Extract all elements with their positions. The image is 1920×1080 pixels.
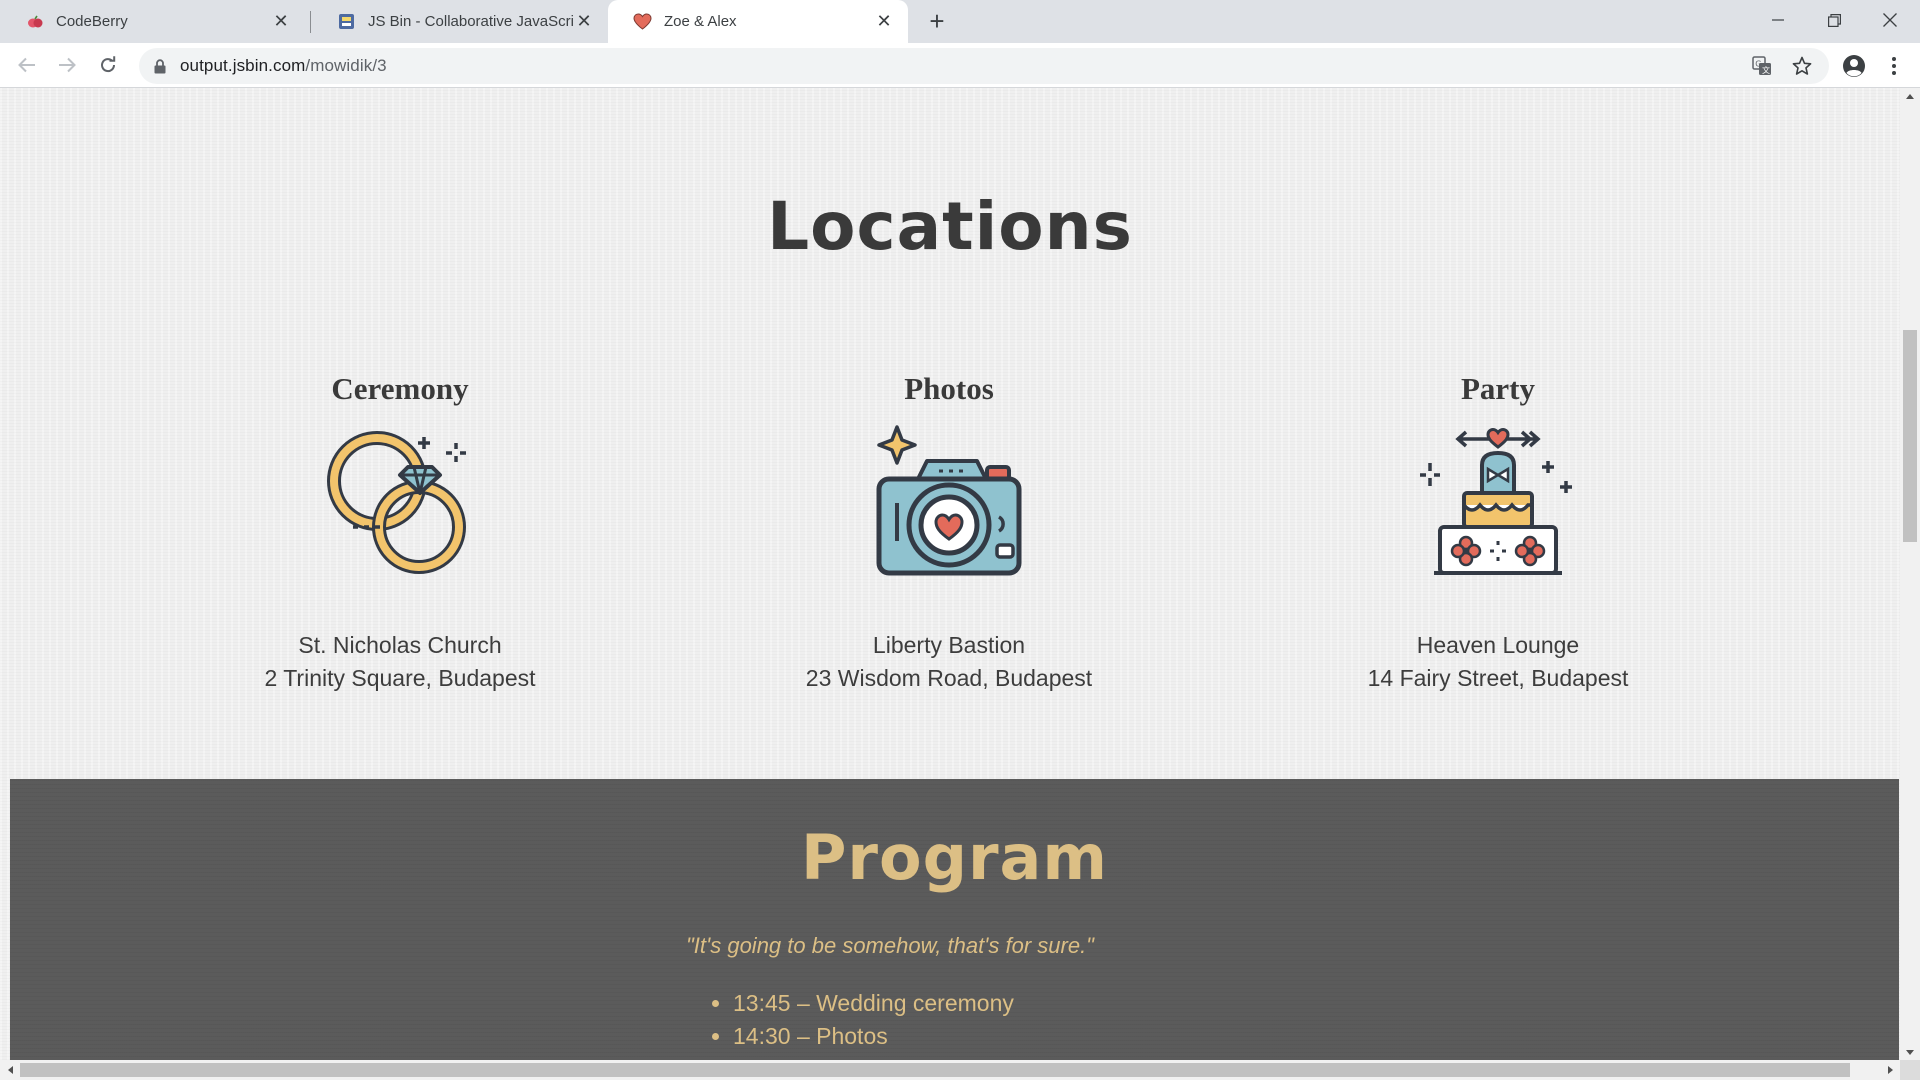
page-viewport: Locations Ceremony St. Nicholas Church 2…	[0, 88, 1900, 1060]
account-icon	[1843, 55, 1865, 77]
reload-icon	[101, 56, 116, 73]
profile-button[interactable]	[1836, 48, 1872, 84]
locations-heading: Locations	[767, 188, 1133, 265]
new-tab-button[interactable]: +	[923, 6, 951, 36]
star-icon	[1792, 56, 1812, 75]
minimize-button[interactable]	[1750, 0, 1806, 40]
codeberry-icon	[25, 12, 44, 31]
forward-button[interactable]	[52, 50, 82, 80]
scroll-left-arrow-icon[interactable]	[0, 1060, 20, 1080]
venue-name: St. Nicholas Church	[298, 632, 502, 658]
camera-icon	[749, 423, 1149, 593]
minimize-icon	[1772, 19, 1784, 21]
svg-text:G: G	[1755, 60, 1761, 69]
svg-text:文: 文	[1762, 65, 1770, 75]
close-icon[interactable]: ✕	[574, 11, 594, 32]
translate-icon: G文	[1752, 56, 1771, 75]
restore-button[interactable]	[1806, 0, 1862, 40]
location-party: Party Heaven Lounge 14 Fairy Street, Bud…	[1298, 371, 1698, 695]
tab-codeberry[interactable]: CodeBerry ✕	[0, 0, 305, 43]
location-photos: Photos Liberty Bastion 23 Wisdom Road, B…	[749, 371, 1149, 695]
venue-address: 14 Fairy Street, Budapest	[1367, 665, 1629, 691]
browser-toolbar: output.jsbin.com/mowidik/3 G文	[0, 43, 1920, 88]
url-path: /mowidik/3	[305, 56, 387, 75]
lock-icon[interactable]	[152, 57, 168, 75]
program-section: Program "It's going to be somehow, that'…	[10, 779, 1899, 1060]
close-window-button[interactable]	[1862, 0, 1918, 40]
kebab-menu-icon	[1892, 57, 1896, 75]
tab-title: JS Bin - Collaborative JavaScript Debugg…	[368, 13, 574, 30]
program-heading: Program	[800, 821, 1108, 894]
tab-title: CodeBerry	[56, 13, 128, 30]
venue-name: Liberty Bastion	[872, 632, 1026, 658]
forward-arrow-icon	[59, 57, 76, 73]
bookmark-star-button[interactable]	[1784, 48, 1820, 84]
venue-address: 2 Trinity Square, Budapest	[264, 665, 536, 691]
location-heading: Ceremony	[331, 371, 469, 406]
tab-separator	[310, 11, 311, 33]
list-item: 13:45 – Wedding ceremony	[733, 987, 1014, 1020]
scrollbar-thumb[interactable]	[20, 1063, 1850, 1077]
scrollbar-thumb[interactable]	[1903, 330, 1917, 542]
list-item: 14:30 – Photos	[733, 1020, 1014, 1053]
horizontal-scrollbar[interactable]	[0, 1060, 1900, 1080]
restore-icon	[1827, 13, 1841, 27]
program-list: 13:45 – Wedding ceremony 14:30 – Photos	[733, 987, 1014, 1053]
jsbin-icon	[337, 12, 356, 31]
close-icon	[1883, 13, 1897, 27]
program-quote: "It's going to be somehow, that's for su…	[685, 933, 1094, 958]
wedding-cake-icon	[1298, 423, 1698, 593]
venue-name: Heaven Lounge	[1416, 632, 1580, 658]
location-heading: Party	[1460, 371, 1536, 406]
scroll-right-arrow-icon[interactable]	[1880, 1060, 1900, 1080]
close-icon[interactable]: ✕	[271, 11, 291, 32]
heart-icon	[633, 12, 652, 31]
tab-strip: CodeBerry ✕ JS Bin - Collaborative JavaS…	[0, 0, 1920, 43]
scroll-down-arrow-icon[interactable]	[1900, 1044, 1920, 1060]
reload-button[interactable]	[93, 50, 123, 80]
url-host: output.jsbin.com	[180, 56, 306, 75]
address-bar[interactable]: output.jsbin.com/mowidik/3	[139, 48, 1829, 84]
scroll-up-arrow-icon[interactable]	[1900, 88, 1920, 104]
tab-jsbin[interactable]: JS Bin - Collaborative JavaScript Debugg…	[312, 0, 608, 43]
close-icon[interactable]: ✕	[874, 11, 894, 32]
vertical-scrollbar[interactable]	[1900, 88, 1920, 1060]
wedding-rings-icon	[200, 423, 600, 593]
tab-zoe-alex[interactable]: Zoe & Alex ✕	[608, 0, 908, 43]
back-button[interactable]	[12, 50, 42, 80]
location-heading: Photos	[904, 371, 994, 406]
back-arrow-icon	[18, 57, 35, 73]
tab-title: Zoe & Alex	[664, 13, 737, 30]
venue-address: 23 Wisdom Road, Budapest	[805, 665, 1093, 691]
menu-button[interactable]	[1876, 48, 1912, 84]
url-text: output.jsbin.com/mowidik/3	[180, 56, 387, 76]
location-ceremony: Ceremony St. Nicholas Church 2 Trinity S…	[200, 371, 600, 695]
translate-button[interactable]: G文	[1744, 48, 1780, 84]
scrollbar-corner	[1900, 1060, 1920, 1080]
